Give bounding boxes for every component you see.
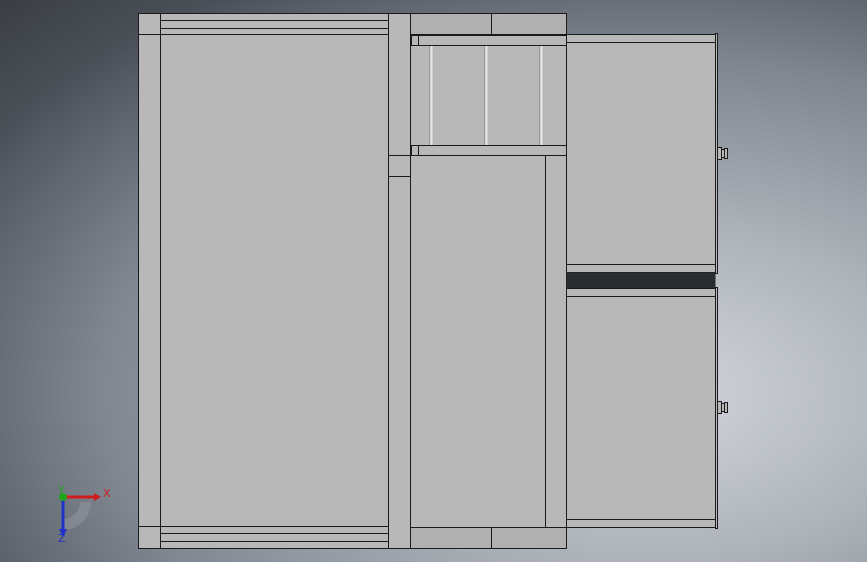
z-axis-label: Z [58,532,66,545]
center-post [388,13,411,549]
cabinet-model[interactable] [138,13,728,549]
bottom-cap [410,527,567,549]
right-inner-post [545,155,567,528]
upper-drawer-body [566,34,716,273]
left-panel [160,13,389,549]
right-section [410,13,567,549]
drawer-handle-icon[interactable] [717,147,728,160]
lower-slide-rail [411,145,578,156]
left-frame-post [138,13,161,549]
triad-shadow [63,502,91,530]
top-cap [410,13,567,35]
reference-triad: X Y Z [57,484,111,545]
drawer-gap [566,272,716,289]
y-axis-label: Y [57,484,65,497]
x-axis-label: X [103,487,111,500]
drawer-handle-icon[interactable] [717,401,728,414]
x-axis-arrowhead [94,493,101,501]
upper-slide-rail [411,35,578,46]
lower-drawer-body [566,288,716,528]
lower-drawer[interactable] [566,287,728,529]
upper-drawer[interactable] [566,33,728,274]
graphics-viewport[interactable]: X Y Z [0,0,867,562]
